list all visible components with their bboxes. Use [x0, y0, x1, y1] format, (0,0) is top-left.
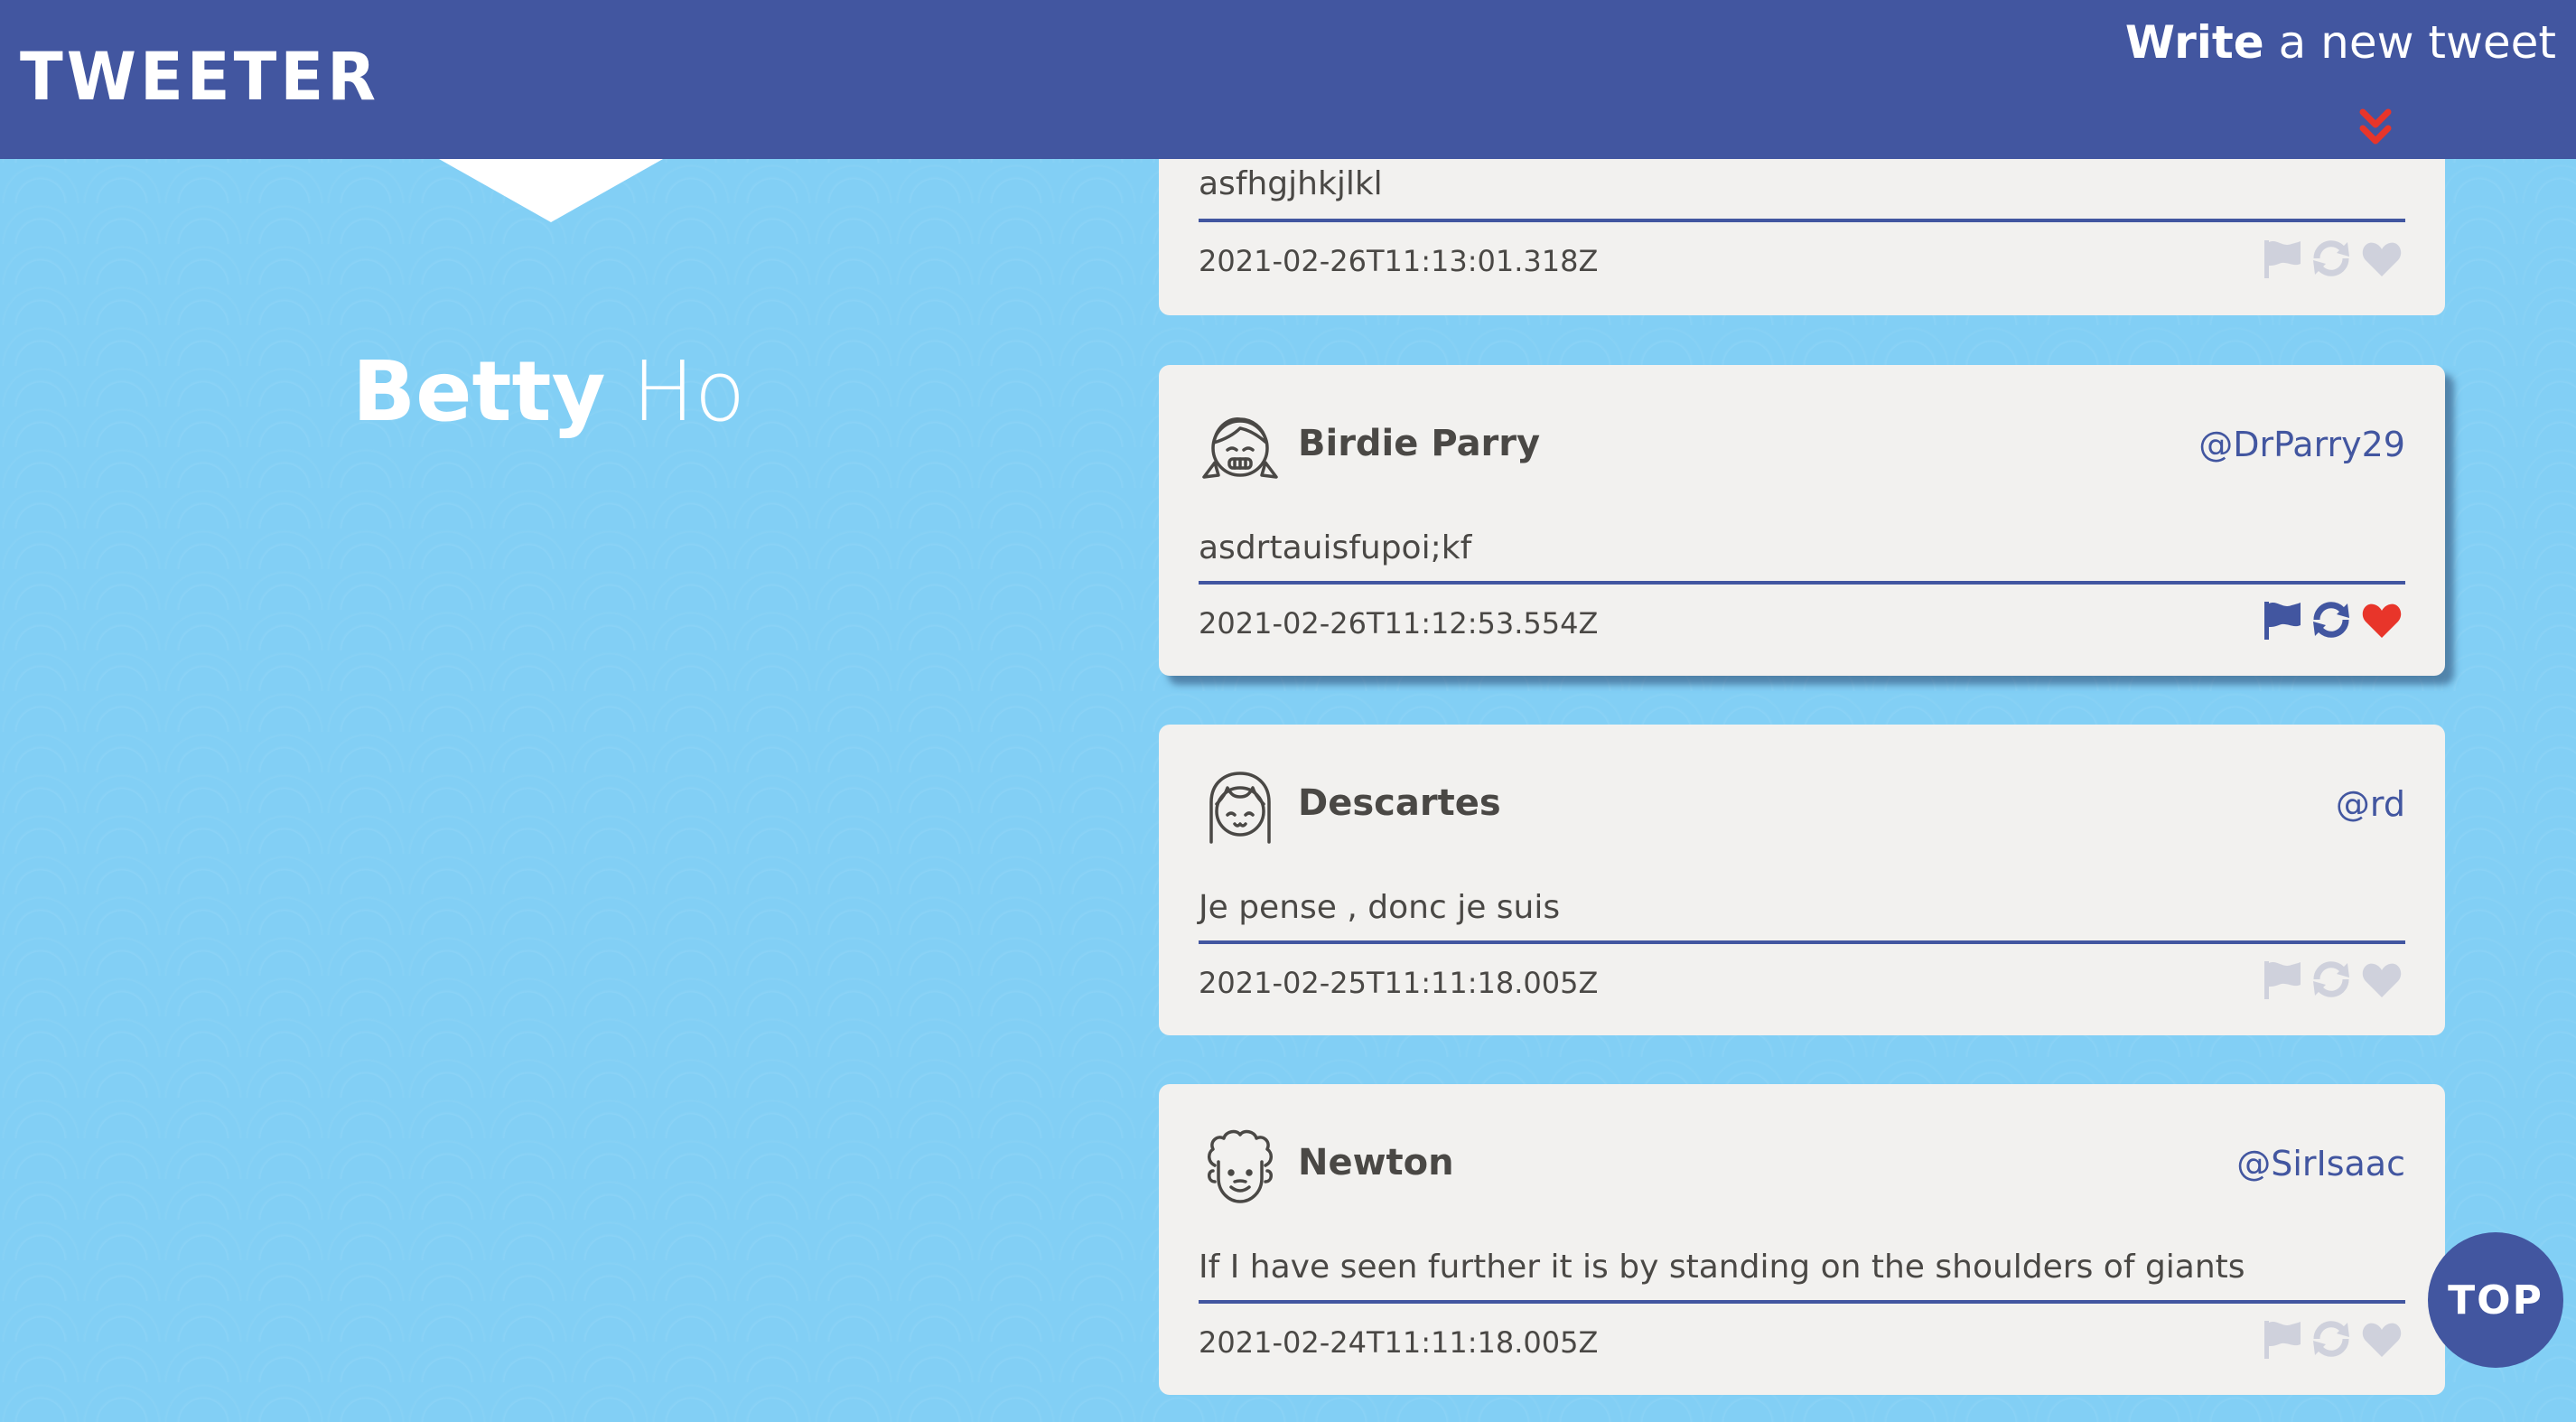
top-navbar: TWEETER Write a new tweet: [0, 0, 2576, 159]
tweet-divider: [1199, 581, 2405, 585]
double-chevron-down-icon[interactable]: [2359, 107, 2392, 150]
tweet-timestamp: 2021-02-25T11:11:18.005Z: [1199, 966, 1599, 1000]
tweet-text: If I have seen further it is by standing…: [1199, 1249, 2245, 1286]
profile-last-name: Ho: [631, 343, 746, 440]
flag-icon[interactable]: [2261, 958, 2304, 1001]
tweet-text: asdrtauisfupoi;kf: [1199, 529, 1472, 566]
retweet-icon[interactable]: [2310, 958, 2353, 1001]
tweet-header: Newton @SirIsaac: [1199, 1122, 2405, 1212]
author-handle[interactable]: @rd: [2336, 784, 2405, 824]
retweet-icon[interactable]: [2310, 1317, 2353, 1361]
curly-hair-man-avatar-icon: [1208, 1129, 1273, 1203]
girl-pigtails-avatar-icon: [1202, 416, 1278, 479]
profile-first-name: Betty: [352, 343, 606, 440]
tweet-timestamp: 2021-02-26T11:12:53.554Z: [1199, 606, 1599, 641]
tweet-header: Birdie Parry @DrParry29: [1199, 403, 2405, 493]
heart-icon[interactable]: [2360, 598, 2403, 641]
author-name: Descartes: [1298, 782, 1501, 824]
author-handle[interactable]: @DrParry29: [2198, 425, 2405, 464]
tweet-card: Descartes @rd Je pense , donc je suis 20…: [1159, 725, 2445, 1035]
heart-icon[interactable]: [2360, 237, 2403, 280]
tweet-divider: [1199, 1300, 2405, 1304]
retweet-icon[interactable]: [2310, 237, 2353, 280]
write-label-rest: a new tweet: [2263, 16, 2556, 69]
tweet-timestamp: 2021-02-24T11:11:18.005Z: [1199, 1325, 1599, 1360]
tweet-card: Newton @SirIsaac If I have seen further …: [1159, 1084, 2445, 1395]
tweet-text: Je pense , donc je suis: [1199, 889, 1561, 926]
scroll-to-top-button[interactable]: TOP: [2428, 1232, 2563, 1368]
brand-logo[interactable]: TWEETER: [20, 38, 379, 116]
girl-bangs-avatar-icon: [1209, 772, 1271, 844]
tweet-card: Birdie Parry @DrParry29 asdrtauisfupoi;k…: [1159, 365, 2445, 676]
write-new-tweet-link[interactable]: Write a new tweet: [2125, 16, 2556, 69]
author-handle[interactable]: @SirIsaac: [2236, 1144, 2405, 1183]
write-label-bold: Write: [2124, 16, 2264, 69]
tweet-actions: [2261, 598, 2407, 647]
flag-icon[interactable]: [2261, 237, 2304, 280]
author-name: Birdie Parry: [1298, 423, 1541, 464]
heart-icon[interactable]: [2360, 1317, 2403, 1361]
flag-icon[interactable]: [2261, 1317, 2304, 1361]
profile-avatar-frame: [439, 159, 663, 222]
tweet-actions: [2261, 1317, 2407, 1366]
tweet-header: Descartes @rd: [1199, 762, 2405, 853]
tweet-actions: [2261, 237, 2407, 285]
flag-icon[interactable]: [2261, 598, 2304, 641]
retweet-icon[interactable]: [2310, 598, 2353, 641]
tweet-divider: [1199, 219, 2405, 222]
heart-icon[interactable]: [2360, 958, 2403, 1001]
author-name: Newton: [1298, 1142, 1454, 1183]
tweet-timestamp: 2021-02-26T11:13:01.318Z: [1199, 244, 1599, 278]
profile-name: Betty Ho: [352, 343, 745, 440]
tweet-text: asfhgjhkjlkl: [1199, 165, 1383, 202]
tweet-actions: [2261, 958, 2407, 1006]
tweet-divider: [1199, 940, 2405, 944]
